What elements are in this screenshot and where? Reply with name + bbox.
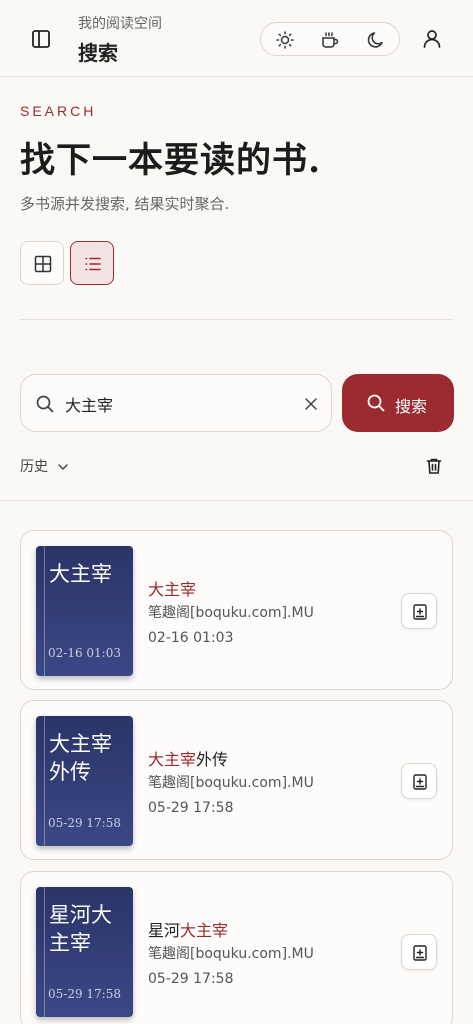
book-time: 05-29 17:58 xyxy=(148,971,234,987)
book-time: 05-29 17:58 xyxy=(148,800,234,816)
cover-spine xyxy=(44,887,45,1017)
search-icon xyxy=(35,394,55,418)
moon-icon[interactable] xyxy=(365,29,387,51)
search-input[interactable] xyxy=(65,389,285,419)
book-plus-icon xyxy=(413,774,427,790)
book-plus-icon xyxy=(413,945,427,961)
section-eyebrow: SEARCH xyxy=(20,103,97,119)
theme-switcher xyxy=(260,22,400,56)
title-highlight: 大主宰 xyxy=(148,580,197,599)
result-card[interactable]: 大主宰外传 05-29 17:58 大主宰外传 笔趣阁[boquku.com].… xyxy=(20,700,453,860)
book-cover: 大主宰 02-16 01:03 xyxy=(36,546,133,676)
grid-view-button[interactable] xyxy=(20,241,64,285)
chevron-down-icon xyxy=(56,459,70,478)
cover-date: 05-29 17:58 xyxy=(48,816,121,830)
page-headline: 找下一本要读的书. xyxy=(20,140,322,181)
trash-icon[interactable] xyxy=(424,456,444,476)
add-to-shelf-button[interactable] xyxy=(401,934,437,970)
divider xyxy=(20,319,453,320)
cover-title: 大主宰外传 xyxy=(49,732,112,784)
header-subtitle: 我的阅读空间 xyxy=(78,16,162,32)
divider xyxy=(0,500,473,501)
page-title: 搜索 xyxy=(78,41,118,65)
book-cover: 星河大主宰 05-29 17:58 xyxy=(36,887,133,1017)
book-plus-icon xyxy=(413,604,427,620)
book-source: 笔趣阁[boquku.com].MU xyxy=(148,605,314,621)
book-cover: 大主宰外传 05-29 17:58 xyxy=(36,716,133,846)
title-highlight: 大主宰 xyxy=(180,921,229,940)
user-icon[interactable] xyxy=(420,27,444,51)
list-icon xyxy=(85,257,101,271)
search-field xyxy=(20,374,332,432)
title-prefix: 星河 xyxy=(148,921,181,940)
search-button[interactable]: 搜索 xyxy=(342,374,454,432)
book-title[interactable]: 星河大主宰 xyxy=(148,917,228,941)
search-button-label: 搜索 xyxy=(395,399,428,416)
add-to-shelf-button[interactable] xyxy=(401,593,437,629)
history-toggle[interactable]: 历史 xyxy=(20,456,68,478)
history-label: 历史 xyxy=(20,459,48,475)
book-source: 笔趣阁[boquku.com].MU xyxy=(148,946,314,962)
cover-date: 02-16 01:03 xyxy=(48,646,121,660)
title-rest: 外传 xyxy=(196,750,229,769)
search-icon xyxy=(367,394,385,412)
list-view-button[interactable] xyxy=(70,241,114,285)
cover-title: 大主宰 xyxy=(49,562,112,586)
result-card[interactable]: 大主宰 02-16 01:03 大主宰 笔趣阁[boquku.com].MU 0… xyxy=(20,530,453,690)
sidebar-toggle-icon[interactable] xyxy=(28,26,54,52)
book-title[interactable]: 大主宰外传 xyxy=(148,746,228,770)
add-to-shelf-button[interactable] xyxy=(401,763,437,799)
cover-title: 星河大主宰 xyxy=(49,903,112,955)
clear-icon[interactable] xyxy=(301,394,321,414)
cover-date: 05-29 17:58 xyxy=(48,987,121,1001)
book-time: 02-16 01:03 xyxy=(148,630,234,646)
book-title[interactable]: 大主宰 xyxy=(148,576,196,600)
sun-icon[interactable] xyxy=(274,29,296,51)
cover-spine xyxy=(44,716,45,846)
grid-icon xyxy=(34,255,52,273)
coffee-icon[interactable] xyxy=(319,29,341,51)
top-bar: 我的阅读空间 搜索 xyxy=(0,0,473,77)
result-card[interactable]: 星河大主宰 05-29 17:58 星河大主宰 笔趣阁[boquku.com].… xyxy=(20,871,453,1024)
book-source: 笔趣阁[boquku.com].MU xyxy=(148,775,314,791)
title-highlight: 大主宰 xyxy=(148,750,197,769)
cover-spine xyxy=(44,546,45,676)
page-description: 多书源并发搜索, 结果实时聚合. xyxy=(20,195,230,213)
